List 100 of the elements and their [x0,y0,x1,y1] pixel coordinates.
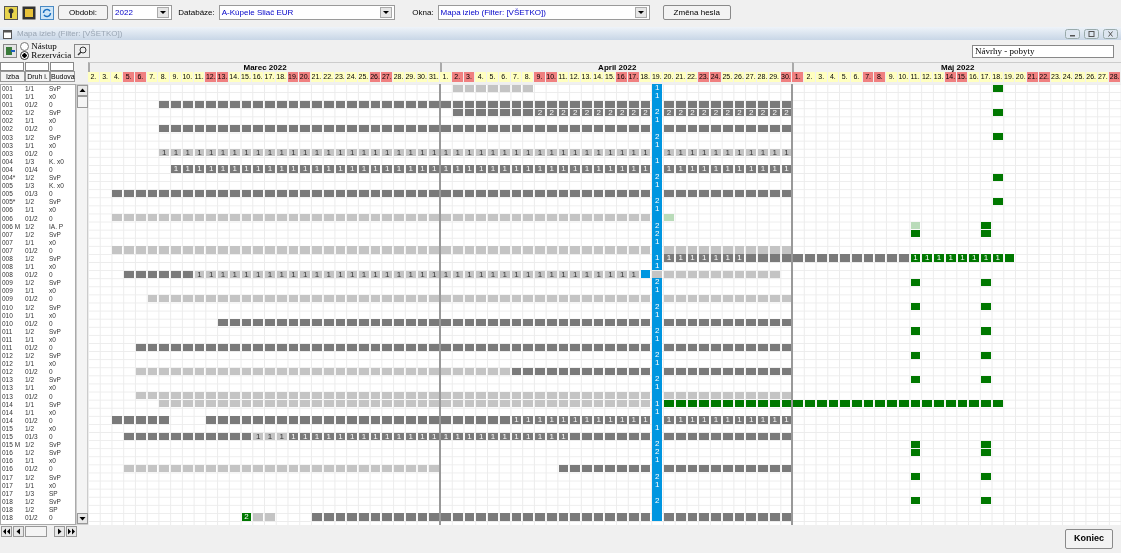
booking-block[interactable]: 1 [711,165,721,173]
booking-block[interactable]: 1 [218,149,228,157]
booking-block[interactable]: 1 [441,432,451,440]
booking-block[interactable]: 1 [769,165,780,173]
booking-block[interactable]: 1 [546,416,557,424]
today-cell[interactable]: 2 [652,173,663,182]
booking-block[interactable]: 1 [558,416,569,424]
booking-block[interactable]: 2 [734,108,745,116]
booking-block[interactable]: 2 [758,108,768,116]
booking-block[interactable]: 2 [781,108,792,116]
booking-block[interactable]: 1 [546,432,557,440]
booking-block[interactable]: 1 [570,270,580,278]
booking-block[interactable]: 1 [241,270,252,278]
booking-block[interactable]: 1 [734,254,745,262]
today-cell[interactable]: 1 [652,423,663,433]
today-cell[interactable]: 2 [652,375,663,384]
booking-block[interactable]: 1 [558,270,569,278]
booking-block[interactable]: 1 [687,165,698,173]
today-cell[interactable]: 1 [652,480,663,489]
today-cell[interactable]: 2 [652,440,663,449]
booking-block[interactable]: 1 [582,149,592,157]
today-cell[interactable]: 2 [652,278,663,287]
booking-block[interactable]: 1 [746,165,757,173]
booking-block[interactable]: 2 [722,108,733,116]
booking-block[interactable]: 1 [382,149,393,157]
today-cell[interactable]: 2 [652,472,663,481]
booking-block[interactable]: 1 [429,270,440,278]
booking-block[interactable]: 1 [335,149,346,157]
booking-block[interactable]: 1 [300,432,311,440]
view-field[interactable]: Návrhy - pobyty [972,44,1114,58]
booking-block[interactable]: 1 [640,416,651,424]
booking-block[interactable]: 1 [218,270,228,278]
booking-block[interactable]: 1 [405,149,416,157]
booking-block[interactable]: 1 [394,165,404,173]
booking-block[interactable]: 1 [288,270,299,278]
period-label[interactable]: Obdobi: [58,5,109,20]
booking-block[interactable]: 1 [452,270,463,278]
booking-block[interactable]: 1 [558,165,569,173]
booking-block[interactable]: 1 [734,416,745,424]
booking-block[interactable]: 1 [535,432,545,440]
booking-block[interactable]: 1 [910,254,921,262]
booking-block[interactable]: 1 [922,254,933,262]
booking-block[interactable]: 1 [288,165,299,173]
booking-block[interactable]: 1 [265,149,275,157]
booking-block[interactable]: 1 [546,270,557,278]
booking-block[interactable]: 1 [452,432,463,440]
booking-block[interactable]: 1 [957,254,968,262]
today-cell[interactable]: 2 [652,326,663,335]
booking-block[interactable]: 1 [535,416,545,424]
booking-block[interactable]: 1 [628,270,639,278]
booking-block[interactable]: 1 [265,270,275,278]
booking-block[interactable]: 1 [535,149,545,157]
booking-block[interactable]: 2 [593,108,604,116]
booking-block[interactable]: 1 [476,432,487,440]
booking-block[interactable]: 1 [206,165,217,173]
today-cell[interactable]: 1 [652,116,663,125]
booking-block[interactable]: 1 [722,416,733,424]
booking-block[interactable]: 1 [570,416,580,424]
booking-block[interactable]: 1 [359,270,369,278]
booking-block[interactable]: 1 [664,165,674,173]
booking-block[interactable]: 1 [687,149,698,157]
booking-block[interactable]: 1 [441,149,451,157]
booking-block[interactable]: 1 [229,270,240,278]
booking-block[interactable]: 1 [511,149,522,157]
booking-block[interactable]: 1 [382,270,393,278]
booking-block[interactable]: 2 [746,108,757,116]
booking-block[interactable]: 1 [687,254,698,262]
booking-block[interactable]: 1 [746,416,757,424]
booking-block[interactable]: 1 [417,270,428,278]
booking-block[interactable]: 1 [582,165,592,173]
booking-block[interactable]: 1 [300,149,311,157]
booking-block[interactable]: 1 [699,254,710,262]
booking-block[interactable]: 1 [417,165,428,173]
booking-block[interactable]: 1 [159,149,170,157]
booking-block[interactable]: 1 [194,149,205,157]
today-cell[interactable]: 1 [652,92,663,101]
booking-block[interactable]: 1 [288,149,299,157]
booking-block[interactable]: 1 [593,270,604,278]
booking-block[interactable]: 1 [981,254,991,262]
booking-block[interactable]: 1 [523,270,534,278]
booking-block[interactable]: 1 [429,432,440,440]
booking-block[interactable]: 1 [582,270,592,278]
booking-block[interactable]: 1 [628,149,639,157]
booking-block[interactable]: 1 [699,416,710,424]
booking-block[interactable]: 1 [276,432,287,440]
booking-block[interactable]: 1 [312,432,322,440]
booking-block[interactable]: 1 [476,165,487,173]
booking-block[interactable]: 2 [617,108,627,116]
booking-block[interactable]: 1 [441,270,451,278]
booking-block[interactable]: 1 [769,416,780,424]
booking-block[interactable]: 1 [734,165,745,173]
booking-block[interactable]: 1 [276,270,287,278]
booking-block[interactable]: 1 [464,149,475,157]
booking-block[interactable]: 1 [570,165,580,173]
booking-block[interactable]: 1 [675,254,686,262]
booking-block[interactable]: 1 [558,432,569,440]
booking-block[interactable]: 1 [593,149,604,157]
booking-block[interactable]: 1 [464,165,475,173]
today-cell[interactable]: 1 [652,84,663,93]
today-cell[interactable]: 1 [652,310,663,319]
